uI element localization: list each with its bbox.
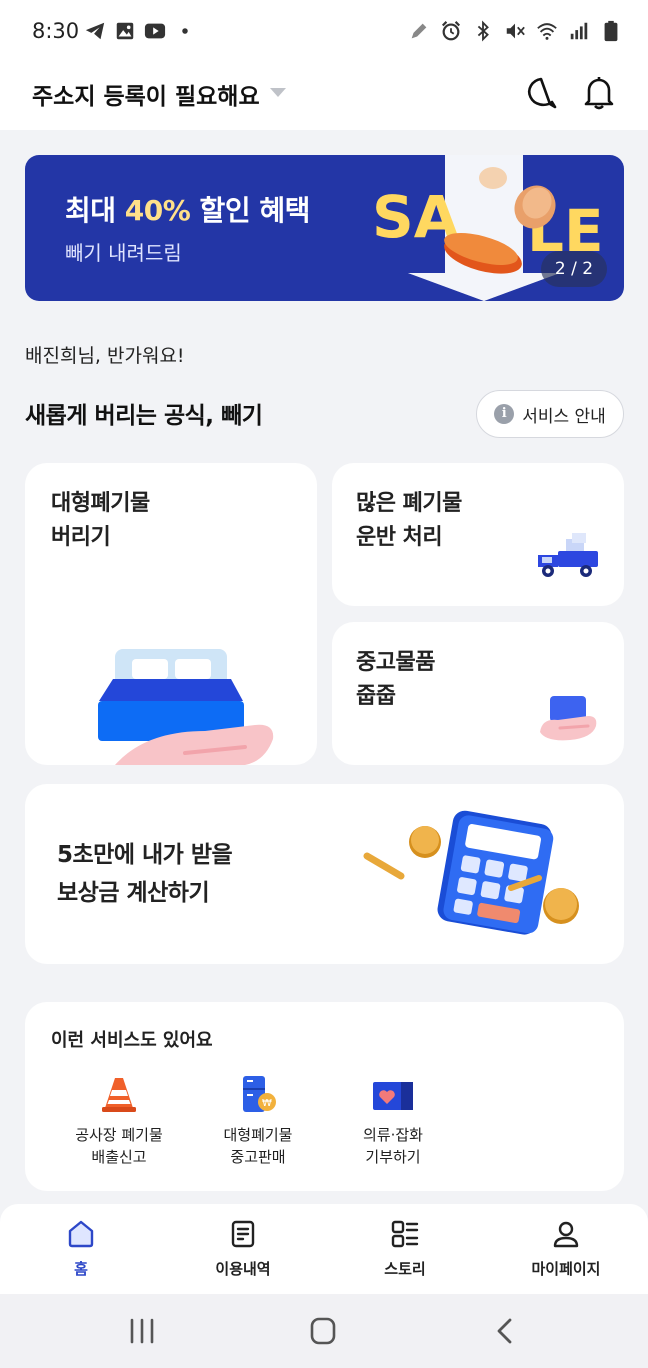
system-navigation-bar xyxy=(0,1294,648,1368)
banner-title: 최대 40% 할인 혜택 xyxy=(65,194,310,227)
calculator-coin-illustration xyxy=(363,810,579,935)
app-header: 주소지 등록이 필요해요 xyxy=(0,64,648,130)
truck-icon xyxy=(538,533,598,577)
bluetooth-icon xyxy=(477,20,489,42)
service-item-label: 의류·잡화 기부하기 xyxy=(363,1126,423,1166)
calculator-title: 5초만에 내가 받을 보상금 계산하기 xyxy=(57,842,233,906)
promo-banner[interactable]: 최대 40% 할인 혜택 빼기 내려드림 SA LE 2 / 2 xyxy=(25,155,624,301)
service-guide-button[interactable]: i 서비스 안내 xyxy=(476,390,624,438)
service-guide-label: 서비스 안내 xyxy=(522,406,606,427)
home-icon xyxy=(68,1220,94,1248)
bell-icon[interactable] xyxy=(582,75,616,111)
pen-icon xyxy=(411,23,427,39)
compensation-calculator-card[interactable]: 5초만에 내가 받을 보상금 계산하기 xyxy=(25,784,624,964)
nav-item-home[interactable]: 홈 xyxy=(21,1218,141,1279)
alarm-icon xyxy=(441,21,461,41)
nav-label: 마이페이지 xyxy=(531,1260,601,1278)
more-services-title: 이런 서비스도 있어요 xyxy=(51,1030,213,1051)
home-button[interactable] xyxy=(303,1316,343,1346)
service-item-donation[interactable]: 의류·잡화 기부하기 xyxy=(328,1074,458,1168)
large-waste-title: 대형폐기물 버리기 xyxy=(51,491,150,550)
person-icon xyxy=(553,1221,579,1248)
service-item-label: 공사장 폐기물 배출신고 xyxy=(75,1126,163,1166)
info-icon: i xyxy=(494,404,515,424)
battery-icon xyxy=(604,20,618,42)
youtube-icon xyxy=(144,23,166,39)
status-time: 8:30 xyxy=(32,19,80,43)
signal-icon xyxy=(570,22,588,40)
nav-label: 홈 xyxy=(74,1260,88,1278)
svg-text:₩: ₩ xyxy=(262,1098,272,1109)
nav-item-history[interactable]: 이용내역 xyxy=(183,1218,303,1279)
service-item-used-sale[interactable]: ₩ 대형폐기물 중고판매 xyxy=(193,1074,323,1168)
large-waste-card[interactable]: 대형폐기물 버리기 xyxy=(25,463,317,765)
donation-box-icon xyxy=(373,1082,413,1110)
bottom-navigation: 홈 이용내역 스토리 마이페이지 xyxy=(0,1204,648,1294)
nav-item-story[interactable]: 스토리 xyxy=(345,1218,465,1279)
banner-subtitle: 빼기 내려드림 xyxy=(65,241,182,265)
story-icon xyxy=(391,1220,419,1248)
chat-icon[interactable] xyxy=(524,76,558,110)
banner-page-indicator: 2 / 2 xyxy=(541,251,607,287)
history-icon xyxy=(231,1220,255,1248)
nav-item-mypage[interactable]: 마이페이지 xyxy=(506,1218,626,1279)
section-title: 새롭게 버리는 공식, 빼기 xyxy=(25,403,263,429)
more-services-card: 이런 서비스도 있어요 공사장 폐기물 배출신고 ₩ 대형폐기물 중고판매 의류… xyxy=(25,1002,624,1191)
nav-label: 이용내역 xyxy=(215,1260,271,1278)
chevron-down-icon[interactable] xyxy=(270,88,286,97)
dot-icon xyxy=(182,28,188,34)
fridge-coin-icon: ₩ xyxy=(243,1076,276,1112)
address-selector[interactable]: 주소지 등록이 필요해요 xyxy=(32,77,260,111)
service-item-label: 대형폐기물 중고판매 xyxy=(223,1126,293,1166)
bulk-transport-title: 많은 폐기물 운반 처리 xyxy=(356,491,462,550)
nav-label: 스토리 xyxy=(384,1260,426,1278)
hand-box-icon xyxy=(540,696,597,741)
traffic-cone-icon xyxy=(102,1078,136,1112)
bulk-transport-card[interactable]: 많은 폐기물 운반 처리 xyxy=(332,463,624,606)
bed-illustration xyxy=(98,649,274,765)
wifi-icon xyxy=(537,23,557,40)
used-goods-card[interactable]: 중고물품 줍줍 xyxy=(332,622,624,765)
recents-button[interactable] xyxy=(122,1316,162,1346)
status-bar: 8:30 xyxy=(0,0,648,64)
used-goods-title: 중고물품 줍줍 xyxy=(356,650,435,709)
gallery-icon xyxy=(116,22,134,40)
telegram-icon xyxy=(85,22,105,40)
mute-icon xyxy=(506,23,525,39)
back-button[interactable] xyxy=(485,1316,525,1346)
greeting-text: 배진희님, 반가워요! xyxy=(25,345,185,367)
service-item-construction-waste[interactable]: 공사장 폐기물 배출신고 xyxy=(54,1074,184,1168)
